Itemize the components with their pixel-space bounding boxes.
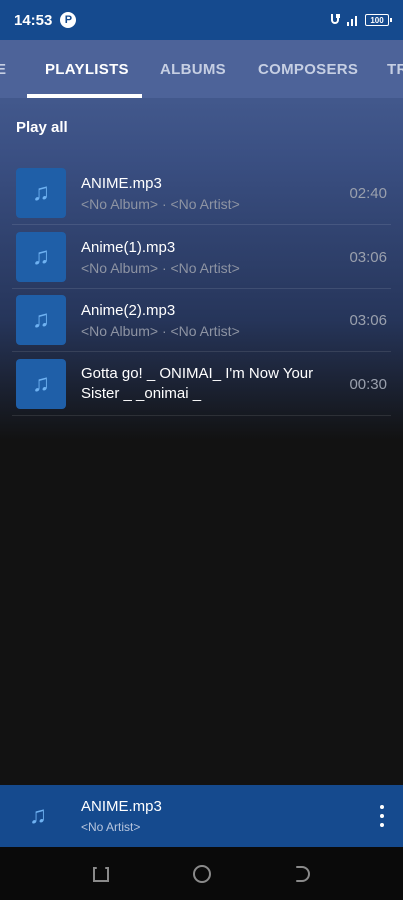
track-title: ANIME.mp3 — [81, 174, 162, 192]
track-title: Anime(1).mp3 — [81, 238, 176, 256]
track-duration: 03:06 — [349, 248, 387, 266]
notification-app-icon: P — [60, 12, 77, 28]
track-text: Anime(2).mp3 <No Album> · <No Artist> — [81, 302, 343, 339]
back-icon[interactable] — [290, 863, 312, 885]
tab-songs[interactable]: E — [0, 40, 6, 98]
track-subtitle: <No Album> · <No Artist> — [81, 195, 240, 212]
mini-player[interactable]: ♫ ANIME.mp3 <No Artist> — [0, 785, 403, 847]
divider — [12, 415, 391, 416]
track-duration: 00:30 — [349, 375, 387, 393]
tab-tracks[interactable]: TR — [387, 40, 403, 98]
list-item[interactable]: ♫ Anime(2).mp3 <No Album> · <No Artist> … — [0, 288, 403, 352]
track-subtitle: <No Album> · <No Artist> — [81, 322, 240, 339]
track-duration: 02:40 — [349, 184, 387, 202]
home-icon[interactable] — [191, 863, 213, 885]
status-icons: 100 — [329, 13, 392, 27]
signal-icon — [347, 16, 357, 26]
music-note-icon: ♫ — [32, 179, 50, 206]
track-duration: 03:06 — [349, 311, 387, 329]
system-nav-bar — [0, 847, 403, 900]
battery-level: 100 — [370, 15, 384, 25]
play-all-button[interactable]: Play all — [16, 119, 68, 136]
tab-composers[interactable]: COMPOSERS — [258, 40, 358, 98]
music-note-icon: ♫ — [32, 306, 50, 333]
track-subtitle: <No Album> · <No Artist> — [81, 259, 240, 276]
now-playing-title: ANIME.mp3 — [81, 798, 162, 815]
more-vert-icon[interactable] — [379, 805, 385, 827]
track-thumbnail: ♫ — [16, 359, 66, 409]
track-thumbnail: ♫ — [16, 232, 66, 282]
track-text: Gotta go! _ ONIMAI_ I'm Now Your Sister … — [81, 364, 343, 404]
music-note-icon: ♫ — [32, 370, 50, 397]
battery-icon: 100 — [365, 14, 392, 26]
list-item[interactable]: ♫ ANIME.mp3 <No Album> · <No Artist> 02:… — [0, 161, 403, 225]
track-text: ANIME.mp3 <No Album> · <No Artist> — [81, 175, 343, 212]
tab-bar: E PLAYLISTS ALBUMS COMPOSERS TR — [0, 40, 403, 98]
music-note-icon: ♫ — [29, 802, 47, 829]
track-title: Gotta go! _ ONIMAI_ I'm Now Your Sister … — [81, 365, 314, 402]
track-title: Anime(2).mp3 — [81, 301, 176, 319]
list-item[interactable]: ♫ Gotta go! _ ONIMAI_ I'm Now Your Siste… — [0, 352, 403, 416]
usb-icon — [331, 14, 340, 24]
now-playing-artist: <No Artist> — [81, 820, 141, 834]
tab-playlists[interactable]: PLAYLISTS — [45, 40, 129, 98]
tab-albums[interactable]: ALBUMS — [160, 40, 226, 98]
status-bar: 14:53 P 100 — [0, 0, 403, 40]
track-thumbnail: ♫ — [16, 295, 66, 345]
track-text: Anime(1).mp3 <No Album> · <No Artist> — [81, 239, 343, 276]
list-item[interactable]: ♫ Anime(1).mp3 <No Album> · <No Artist> … — [0, 225, 403, 289]
status-time: 14:53 — [14, 11, 53, 29]
track-thumbnail: ♫ — [16, 168, 66, 218]
recents-icon[interactable] — [90, 863, 112, 885]
tab-indicator — [27, 94, 142, 98]
music-note-icon: ♫ — [32, 243, 50, 270]
